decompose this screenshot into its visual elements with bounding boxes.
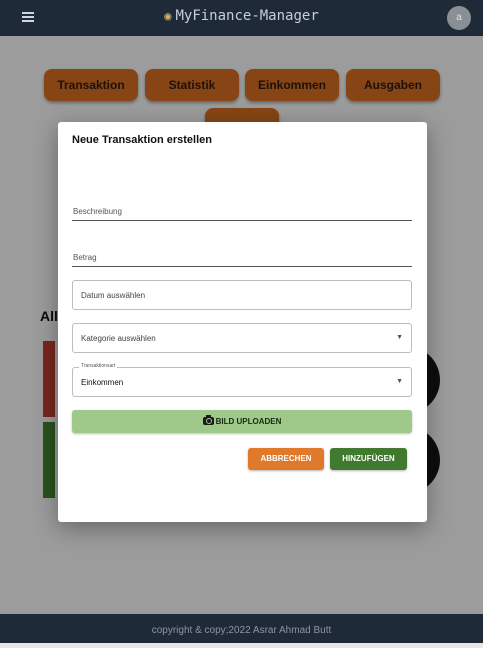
dropdown-caret-icon: ▼ [396, 334, 403, 341]
footer-copyright: copyright & copy;2022 Asrar Ahmad Butt [151, 625, 332, 636]
date-placeholder: Datum auswählen [81, 291, 146, 300]
category-placeholder: Kategorie auswählen [81, 334, 156, 343]
transaction-type-select[interactable]: Transaktionsart Einkommen ▼ [72, 363, 412, 397]
new-transaction-dialog: Neue Transaktion erstellen Beschreibung … [58, 122, 427, 522]
dropdown-caret-icon: ▼ [396, 378, 403, 385]
app-title: ◉ MyFinance-Manager [0, 8, 483, 24]
date-picker-field[interactable]: Datum auswählen [72, 280, 412, 310]
avatar[interactable]: a [447, 6, 471, 30]
transaction-type-label: Transaktionsart [79, 363, 118, 369]
amount-placeholder: Betrag [73, 253, 97, 262]
app-title-text: MyFinance-Manager [175, 8, 319, 24]
upload-label: BILD UPLOADEN [215, 417, 282, 426]
upload-image-button[interactable]: BILD UPLOADEN [72, 410, 412, 433]
cancel-button[interactable]: ABBRECHEN [248, 448, 324, 470]
top-app-bar: ◉ MyFinance-Manager a [0, 0, 483, 36]
camera-icon [202, 415, 214, 425]
amount-field[interactable]: Betrag [72, 242, 412, 267]
footer: copyright & copy;2022 Asrar Ahmad Butt [0, 614, 483, 643]
piggy-bank-icon: ◉ [164, 9, 172, 23]
description-field[interactable]: Beschreibung [72, 196, 412, 221]
category-select[interactable]: Kategorie auswählen ▼ [72, 323, 412, 353]
add-button[interactable]: HINZUFÜGEN [330, 448, 407, 470]
transaction-type-value: Einkommen [81, 378, 124, 387]
dialog-title: Neue Transaktion erstellen [72, 134, 212, 146]
description-placeholder: Beschreibung [73, 207, 122, 216]
